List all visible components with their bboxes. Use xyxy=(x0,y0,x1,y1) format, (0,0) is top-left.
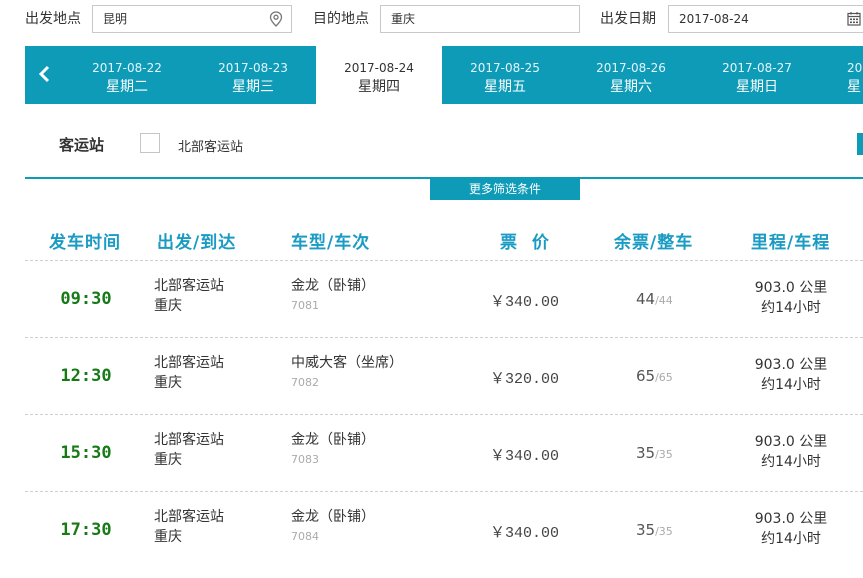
date-tab-0825[interactable]: 2017-08-25 星期五 xyxy=(442,46,568,104)
ticket-price: ￥320.00 xyxy=(490,371,560,388)
from-input-value: 昆明 xyxy=(103,12,128,26)
seats-total: /35 xyxy=(655,448,673,461)
filter-edge-button[interactable] xyxy=(857,133,863,155)
duration: 约14小时 xyxy=(761,300,821,316)
seats-total: /65 xyxy=(655,371,673,384)
seats-left: 35 xyxy=(636,444,656,462)
date-tab-0826[interactable]: 2017-08-26 星期六 xyxy=(568,46,694,104)
bus-number: 7084 xyxy=(291,530,319,543)
route-from: 北部客运站 xyxy=(154,509,224,525)
date-input-value: 2017-08-24 xyxy=(679,12,749,26)
from-label: 出发地点 xyxy=(25,11,81,27)
duration: 约14小时 xyxy=(761,454,821,470)
bus-type: 金龙（卧铺） xyxy=(291,509,375,525)
distance: 903.0 公里 xyxy=(754,357,828,373)
to-input[interactable]: 重庆 xyxy=(380,5,580,33)
date-tab-date: 2017-08-22 xyxy=(92,61,162,75)
header-distance: 里程/车程 xyxy=(751,233,831,253)
duration: 约14小时 xyxy=(761,377,821,393)
route-to: 重庆 xyxy=(154,375,182,391)
ticket-price: ￥340.00 xyxy=(490,448,560,465)
chevron-left-icon[interactable] xyxy=(35,64,55,84)
seats-total: /35 xyxy=(655,525,673,538)
header-route: 出发/到达 xyxy=(157,233,237,253)
seats-remaining: 65/65 xyxy=(636,367,673,385)
date-tab-date: 20 xyxy=(847,61,863,75)
station-option-label[interactable]: 北部客运站 xyxy=(178,136,243,155)
departure-time: 12:30 xyxy=(60,366,112,386)
date-tab-weekday: 星期二 xyxy=(106,79,148,95)
date-tab-date: 2017-08-23 xyxy=(218,61,288,75)
table-row[interactable]: 15:30 北部客运站 重庆 金龙（卧铺） 7083 ￥340.00 35/35… xyxy=(0,415,863,491)
route-from: 北部客运站 xyxy=(154,278,224,294)
bus-number: 7081 xyxy=(291,299,319,312)
bus-type: 金龙（卧铺） xyxy=(291,432,375,448)
date-tab-date: 2017-08-25 xyxy=(470,61,540,75)
calendar-icon[interactable] xyxy=(847,11,861,26)
date-tab-weekday: 星期三 xyxy=(232,79,274,95)
map-pin-icon[interactable] xyxy=(269,11,283,27)
date-input[interactable]: 2017-08-24 xyxy=(668,5,863,33)
duration: 约14小时 xyxy=(761,531,821,547)
ticket-price: ￥340.00 xyxy=(490,294,560,311)
station-filter-label: 客运站 xyxy=(59,136,105,154)
header-price: 票 价 xyxy=(500,233,550,253)
distance: 903.0 公里 xyxy=(754,434,828,450)
seats-left: 65 xyxy=(636,367,656,385)
seats-total: /44 xyxy=(655,294,673,307)
date-label: 出发日期 xyxy=(600,11,656,27)
more-filters-button[interactable]: 更多筛选条件 xyxy=(430,178,580,200)
bus-number: 7083 xyxy=(291,453,319,466)
bus-type: 金龙（卧铺） xyxy=(291,278,375,294)
seats-remaining: 35/35 xyxy=(636,521,673,539)
seats-remaining: 44/44 xyxy=(636,290,673,308)
date-selector-bar: 2017-08-22 星期二 2017-08-23 星期三 2017-08-24… xyxy=(25,46,863,104)
header-departure-time: 发车时间 xyxy=(49,233,121,253)
header-bus: 车型/车次 xyxy=(291,233,371,253)
distance: 903.0 公里 xyxy=(754,511,828,527)
date-tab-weekday: 星期六 xyxy=(610,79,652,95)
ticket-price: ￥340.00 xyxy=(490,525,560,542)
seats-remaining: 35/35 xyxy=(636,444,673,462)
to-input-value: 重庆 xyxy=(391,12,416,26)
date-tab-date: 2017-08-24 xyxy=(344,61,414,75)
departure-time: 15:30 xyxy=(60,443,112,463)
table-row[interactable]: 17:30 北部客运站 重庆 金龙（卧铺） 7084 ￥340.00 35/35… xyxy=(0,492,863,568)
table-row[interactable]: 09:30 北部客运站 重庆 金龙（卧铺） 7081 ￥340.00 44/44… xyxy=(0,261,863,337)
route-from: 北部客运站 xyxy=(154,432,224,448)
route-to: 重庆 xyxy=(154,529,182,545)
to-label: 目的地点 xyxy=(313,11,369,27)
date-tab-0824-selected[interactable]: 2017-08-24 星期四 xyxy=(316,46,442,104)
date-tab-next-partial[interactable]: 20 星 xyxy=(847,46,863,104)
date-tab-0822[interactable]: 2017-08-22 星期二 xyxy=(64,46,190,104)
route-to: 重庆 xyxy=(154,298,182,314)
date-tab-0823[interactable]: 2017-08-23 星期三 xyxy=(190,46,316,104)
bus-type: 中威大客（坐席） xyxy=(291,355,403,371)
date-tab-weekday: 星期五 xyxy=(484,79,526,95)
date-tab-weekday: 星期日 xyxy=(736,79,778,95)
date-tab-date: 2017-08-26 xyxy=(596,61,666,75)
seats-left: 44 xyxy=(636,290,656,308)
route-to: 重庆 xyxy=(154,452,182,468)
bus-number: 7082 xyxy=(291,376,319,389)
date-tab-weekday: 星 xyxy=(847,79,861,95)
date-tab-weekday: 星期四 xyxy=(358,79,400,95)
table-row[interactable]: 12:30 北部客运站 重庆 中威大客（坐席） 7082 ￥320.00 65/… xyxy=(0,338,863,414)
departure-time: 17:30 xyxy=(60,520,112,540)
seats-left: 35 xyxy=(636,521,656,539)
from-input[interactable]: 昆明 xyxy=(92,5,292,33)
distance: 903.0 公里 xyxy=(754,280,828,296)
departure-time: 09:30 xyxy=(60,289,112,309)
header-seats: 余票/整车 xyxy=(614,233,694,253)
date-tab-date: 2017-08-27 xyxy=(722,61,792,75)
route-from: 北部客运站 xyxy=(154,355,224,371)
station-checkbox[interactable] xyxy=(140,133,160,153)
date-tab-0827[interactable]: 2017-08-27 星期日 xyxy=(694,46,820,104)
